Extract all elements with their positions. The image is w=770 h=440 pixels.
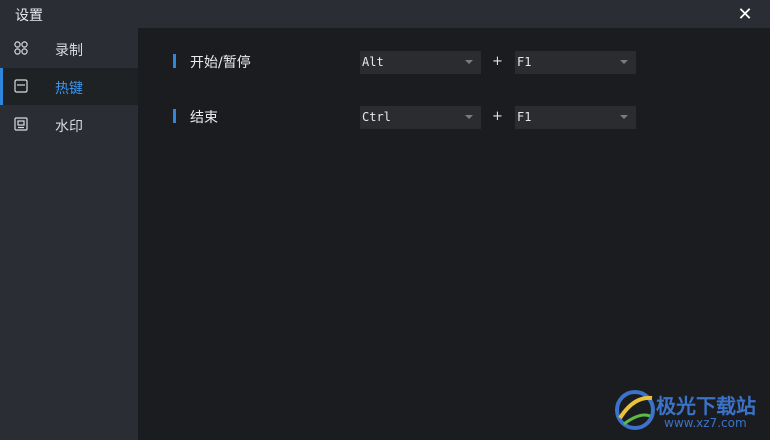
dropdown-arrow-icon <box>620 115 628 119</box>
select-value: F1 <box>517 55 532 69</box>
keyboard-icon <box>14 79 28 93</box>
site-watermark: 极光下载站 www.xz7.com <box>610 386 768 436</box>
hotkey-label-start-pause: 开始/暂停 <box>190 55 251 71</box>
dropdown-arrow-icon <box>465 60 473 64</box>
end-modifier-select[interactable]: Ctrl <box>360 106 481 129</box>
close-icon[interactable]: ✕ <box>734 3 756 25</box>
dropdown-arrow-icon <box>465 115 473 119</box>
plus-sign: + <box>492 109 503 124</box>
sidebar-item-label: 热键 <box>55 81 83 97</box>
hotkey-label-end: 结束 <box>190 110 218 126</box>
select-value: Alt <box>362 55 384 69</box>
section-marker <box>173 109 176 123</box>
sidebar: 录制 热键 水印 <box>0 28 138 440</box>
plus-sign: + <box>492 54 503 69</box>
hotkey-settings-panel: 开始/暂停 Alt + F1 结束 Ctrl + F1 <box>138 28 770 440</box>
title-bar: 设置 ✕ <box>0 0 770 28</box>
start-pause-modifier-select[interactable]: Alt <box>360 51 481 74</box>
select-value: F1 <box>517 110 532 124</box>
watermark-icon <box>14 117 28 131</box>
sidebar-item-label: 水印 <box>55 119 83 135</box>
sidebar-item-watermark[interactable]: 水印 <box>0 106 138 143</box>
watermark-text: 极光下载站 <box>656 394 756 418</box>
grid-icon <box>14 41 28 55</box>
window-title: 设置 <box>15 8 43 24</box>
section-marker <box>173 54 176 68</box>
end-key-select[interactable]: F1 <box>515 106 636 129</box>
start-pause-key-select[interactable]: F1 <box>515 51 636 74</box>
watermark-logo-icon <box>615 390 655 430</box>
sidebar-item-hotkeys[interactable]: 热键 <box>0 68 138 105</box>
sidebar-item-record[interactable]: 录制 <box>0 30 138 67</box>
select-value: Ctrl <box>362 110 391 124</box>
watermark-url: www.xz7.com <box>664 416 747 430</box>
dropdown-arrow-icon <box>620 60 628 64</box>
sidebar-item-label: 录制 <box>55 43 83 59</box>
